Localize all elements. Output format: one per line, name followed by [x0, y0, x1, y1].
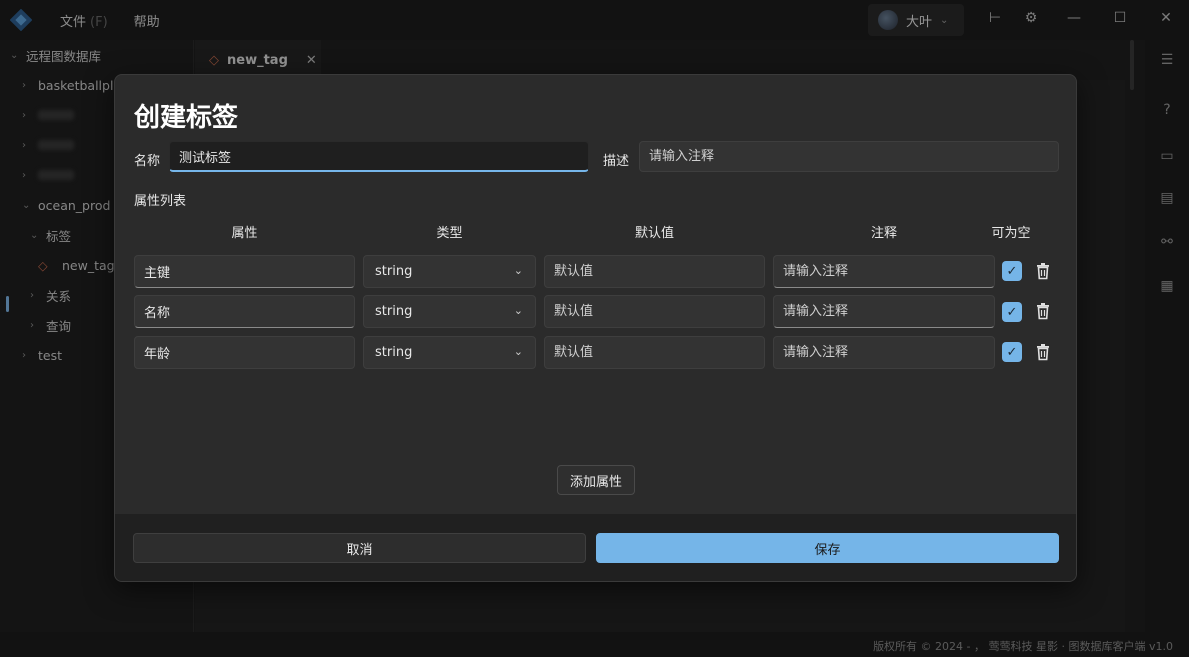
column-header-comment: 注释 [870, 226, 897, 241]
default-value-input[interactable] [544, 295, 765, 328]
default-value-input[interactable] [544, 255, 765, 288]
cancel-button[interactable]: 取消 [133, 533, 586, 563]
property-name-input[interactable] [134, 255, 355, 288]
type-select[interactable]: string ⌄ [363, 295, 536, 328]
properties-title: 属性列表 [134, 194, 187, 209]
nullable-checkbox[interactable]: ✓ [1002, 261, 1022, 281]
trash-icon[interactable] [1035, 302, 1051, 320]
nullable-checkbox[interactable]: ✓ [1002, 342, 1022, 362]
nullable-checkbox[interactable]: ✓ [1002, 302, 1022, 322]
chevron-down-icon: ⌄ [513, 264, 523, 277]
name-label: 名称 [134, 154, 161, 169]
comment-input[interactable] [773, 255, 995, 288]
default-value-input[interactable] [544, 336, 765, 369]
comment-input[interactable] [773, 336, 995, 369]
description-label: 描述 [603, 154, 630, 169]
add-property-button[interactable]: 添加属性 [557, 465, 635, 495]
chevron-down-icon: ⌄ [513, 304, 523, 317]
create-tag-dialog: 创建标签 名称 描述 属性列表 属性 类型 默认值 注释 可为空 string … [114, 74, 1077, 582]
save-button[interactable]: 保存 [596, 533, 1059, 563]
column-header-default: 默认值 [634, 226, 674, 241]
column-header-nullable: 可为空 [991, 226, 1031, 241]
comment-input[interactable] [773, 295, 995, 328]
column-header-attribute: 属性 [231, 226, 258, 241]
name-input[interactable] [169, 141, 589, 172]
type-select[interactable]: string ⌄ [363, 336, 536, 369]
chevron-down-icon: ⌄ [513, 345, 523, 358]
trash-icon[interactable] [1035, 262, 1051, 280]
trash-icon[interactable] [1035, 343, 1051, 361]
property-name-input[interactable] [134, 295, 355, 328]
property-name-input[interactable] [134, 336, 355, 369]
column-header-type: 类型 [436, 226, 463, 241]
type-select[interactable]: string ⌄ [363, 255, 536, 288]
description-input[interactable] [639, 141, 1059, 172]
dialog-title: 创建标签 [134, 103, 239, 133]
